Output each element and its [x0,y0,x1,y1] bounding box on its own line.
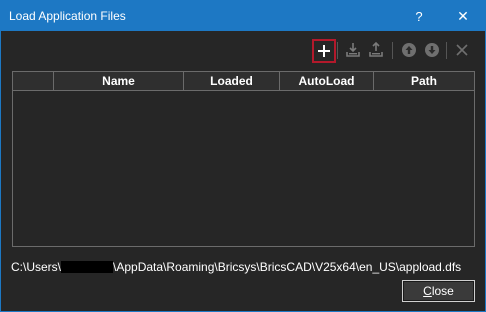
import-button[interactable] [342,39,364,61]
table-header: Name Loaded AutoLoad Path [13,72,474,91]
export-button[interactable] [365,39,387,61]
move-down-icon [425,43,439,57]
close-button[interactable]: Close [402,280,475,302]
close-label-mnemonic: C [423,284,432,298]
plus-icon [318,45,330,57]
move-up-icon [402,43,416,57]
column-header-path[interactable]: Path [374,72,474,90]
remove-file-button[interactable] [451,39,473,61]
path-suffix: \AppData\Roaming\Bricsys\BricsCAD\V25x64… [113,260,462,274]
import-icon [346,43,360,57]
toolbar-separator [446,42,447,59]
application-files-table[interactable]: Name Loaded AutoLoad Path [12,71,475,247]
load-application-files-dialog: Load Application Files ? ✕ Name Loaded A… [0,0,486,312]
help-button[interactable]: ? [399,1,439,31]
title-bar: Load Application Files ? ✕ [1,1,485,31]
appload-file-path: C:\Users\ \AppData\Roaming\Bricsys\BricsC… [11,260,461,274]
remove-icon [456,44,468,56]
move-up-button[interactable] [398,39,420,61]
export-icon [369,42,383,57]
column-header-loaded[interactable]: Loaded [184,72,280,90]
redacted-username [61,261,114,273]
toolbar [1,39,485,63]
column-header-select[interactable] [13,72,54,90]
window-close-button[interactable]: ✕ [443,1,483,31]
column-header-autoload[interactable]: AutoLoad [280,72,374,90]
dialog-title: Load Application Files [9,9,126,23]
add-file-button[interactable] [312,39,336,63]
close-icon: ✕ [457,7,469,24]
move-down-button[interactable] [421,39,443,61]
close-label-rest: lose [431,284,454,298]
column-header-name[interactable]: Name [54,72,184,90]
help-icon: ? [415,8,423,24]
toolbar-separator [337,42,338,59]
path-prefix: C:\Users\ [11,260,62,274]
toolbar-separator [392,42,393,59]
